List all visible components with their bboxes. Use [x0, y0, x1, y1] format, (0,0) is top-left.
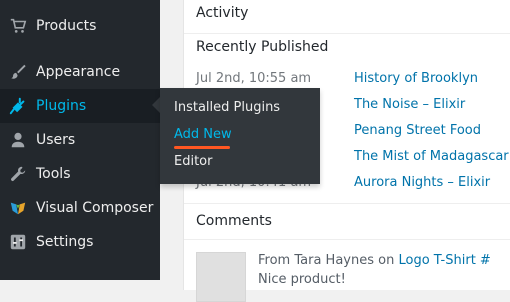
submenu-add-new[interactable]: Add New [174, 127, 232, 142]
flyout-pointer [152, 97, 160, 113]
submenu-editor[interactable]: Editor [174, 154, 212, 169]
sidebar-item-products[interactable]: Products [0, 9, 160, 43]
sidebar-item-label: Visual Composer [36, 200, 154, 216]
post-date: Jul 2nd, 10:55 am [196, 71, 312, 86]
widget-title: Activity [196, 5, 249, 21]
plugins-submenu: Installed Plugins Add New Editor [160, 88, 320, 184]
recently-published-heading: Recently Published [196, 39, 329, 55]
divider [184, 33, 510, 34]
sidebar-item-label: Settings [36, 234, 94, 250]
sidebar-item-label: Appearance [36, 64, 121, 80]
plugin-icon [0, 97, 36, 115]
sidebar-item-label: Users [36, 132, 76, 148]
sidebar-item-users[interactable]: Users [0, 123, 160, 157]
comments-heading: Comments [196, 213, 272, 229]
avatar [196, 252, 246, 302]
post-link[interactable]: History of Brooklyn [354, 71, 478, 86]
post-link[interactable]: Aurora Nights – Elixir [354, 175, 490, 190]
admin-sidebar: Products Appearance Plugins Users Tools … [0, 0, 160, 280]
divider [184, 203, 510, 204]
sidebar-item-label: Products [36, 18, 97, 34]
comment-author: Tara Haynes [294, 253, 375, 268]
comment-on: on [378, 253, 395, 268]
visual-composer-icon [0, 199, 36, 217]
post-link[interactable]: The Mist of Madagascar [354, 149, 509, 164]
divider [184, 239, 510, 240]
post-link[interactable]: Penang Street Food [354, 123, 481, 138]
sliders-icon [0, 233, 36, 251]
comment-prefix: From [258, 253, 291, 268]
post-link[interactable]: The Noise – Elixir [354, 97, 465, 112]
wrench-icon [0, 165, 36, 183]
submenu-installed-plugins[interactable]: Installed Plugins [174, 100, 280, 115]
sidebar-item-settings[interactable]: Settings [0, 225, 160, 259]
user-icon [0, 131, 36, 149]
sidebar-item-plugins[interactable]: Plugins [0, 89, 160, 123]
paintbrush-icon [0, 63, 36, 81]
sidebar-item-appearance[interactable]: Appearance [0, 55, 160, 89]
sidebar-item-tools[interactable]: Tools [0, 157, 160, 191]
comment-meta: From Tara Haynes on Logo T-Shirt # [258, 253, 491, 268]
comment-post-link[interactable]: Logo T-Shirt # [399, 253, 491, 268]
highlight-underline [174, 146, 230, 149]
sidebar-item-label: Plugins [36, 98, 87, 114]
cart-icon [0, 17, 36, 35]
sidebar-item-label: Tools [36, 166, 71, 182]
sidebar-item-visual-composer[interactable]: Visual Composer [0, 191, 160, 225]
